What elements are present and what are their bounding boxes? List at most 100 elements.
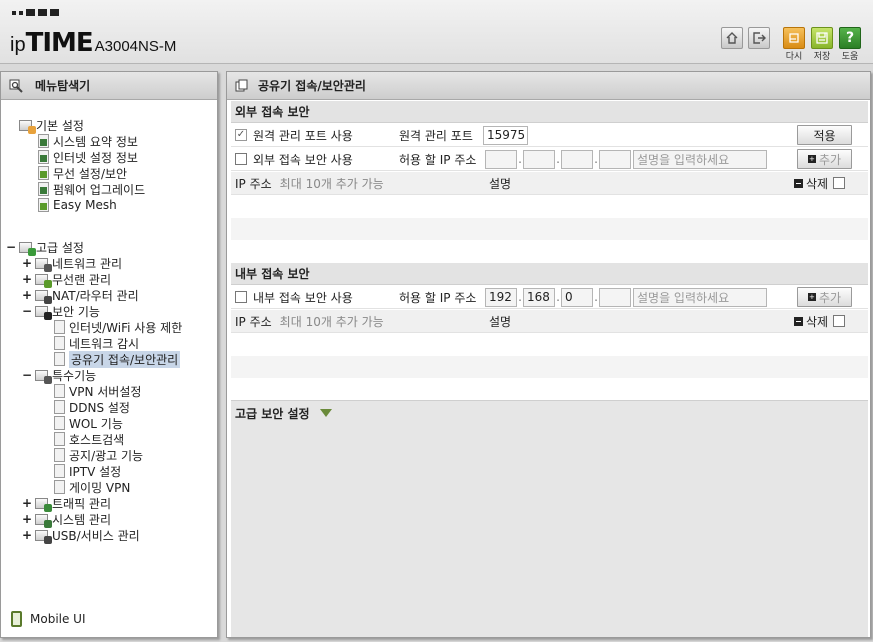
tree-item-gaming-vpn[interactable]: 게이밍 VPN <box>54 479 130 495</box>
usb-icon <box>35 529 52 544</box>
ip-column-header: IP 주소 <box>235 314 272 329</box>
external-security-title: 외부 접속 보안 <box>231 101 868 123</box>
external-security-check-label: 외부 접속 보안 사용 <box>253 152 353 167</box>
tree-label: 기본 설정 <box>36 118 84 133</box>
tree-item-wireless[interactable]: 무선 설정/보안 <box>38 165 127 181</box>
expand-toggle[interactable]: + <box>22 256 32 270</box>
expand-toggle[interactable]: + <box>22 496 32 510</box>
ext-add-button[interactable]: + 추가 <box>797 149 852 169</box>
ext-description-input[interactable]: 설명을 입력하세요 <box>633 149 767 169</box>
int-ip-octet-1[interactable]: 192 <box>485 287 517 307</box>
tree-traffic[interactable]: 트래픽 관리 <box>35 495 111 512</box>
remote-port-input[interactable]: 15975 <box>483 125 528 145</box>
int-delete-all-checkbox[interactable] <box>833 315 846 327</box>
tree-wireless-mgmt[interactable]: 무선랜 관리 <box>35 271 111 288</box>
tree-advanced-settings[interactable]: 고급 설정 <box>19 239 84 256</box>
tree-item-internet-limit[interactable]: 인터넷/WiFi 사용 제한 <box>54 319 182 335</box>
help-label: 도움 <box>841 52 859 62</box>
int-delete-control[interactable]: 삭제 <box>794 313 851 330</box>
tree-label: 네트워크 관리 <box>52 256 123 271</box>
tree-item-ddns[interactable]: DDNS 설정 <box>54 399 130 415</box>
tree-label: Easy Mesh <box>53 198 117 212</box>
brand-time: TIME <box>25 28 94 58</box>
page-icon <box>54 384 65 398</box>
help-button[interactable]: ? <box>839 27 861 49</box>
collapse-toggle[interactable]: − <box>6 240 16 254</box>
ext-delete-control[interactable]: 삭제 <box>794 175 851 192</box>
tree-label: 시스템 요약 정보 <box>53 134 138 149</box>
int-ip-octet-3[interactable]: 0 <box>561 287 593 307</box>
restart-button[interactable] <box>783 27 805 49</box>
folder-icon <box>19 241 36 256</box>
tree-label: USB/서비스 관리 <box>52 528 140 543</box>
home-icon <box>726 32 738 44</box>
ext-ip-octet-4[interactable] <box>599 149 631 169</box>
network-icon <box>35 257 52 272</box>
tree-item-firmware[interactable]: 펌웨어 업그레이드 <box>38 181 145 197</box>
help-icon: ? <box>845 30 855 46</box>
tree-item-wol[interactable]: WOL 기능 <box>54 415 123 431</box>
tree-item-notice-ad[interactable]: 공지/광고 기능 <box>54 447 143 463</box>
ext-ip-octet-1[interactable] <box>485 149 517 169</box>
tree-system[interactable]: 시스템 관리 <box>35 511 111 528</box>
chart-icon <box>38 134 49 148</box>
tree-item-easy-mesh[interactable]: Easy Mesh <box>38 197 117 213</box>
brand-ip: ip <box>10 34 26 56</box>
tree-item-iptv[interactable]: IPTV 설정 <box>54 463 121 479</box>
int-ip-octet-4[interactable] <box>599 287 631 307</box>
tree-item-internet-info[interactable]: 인터넷 설정 정보 <box>38 149 138 165</box>
pages-icon <box>235 79 248 92</box>
advanced-security-header[interactable]: 고급 보안 설정 <box>231 401 868 425</box>
apply-button[interactable]: 적용 <box>797 125 852 145</box>
tree-item-host-search[interactable]: 호스트검색 <box>54 431 124 447</box>
remote-port-check-label: 원격 관리 포트 사용 <box>253 128 353 143</box>
tree-label: 고급 설정 <box>36 240 84 255</box>
home-button[interactable] <box>721 27 743 49</box>
external-security-checkbox[interactable] <box>235 153 247 165</box>
tree-label: 게이밍 VPN <box>69 480 131 495</box>
remote-port-checkbox[interactable]: ✓ <box>235 129 247 141</box>
ext-ip-octet-3[interactable] <box>561 149 593 169</box>
plus-icon: + <box>807 155 816 163</box>
wifi-icon <box>38 166 49 180</box>
int-add-button[interactable]: + 추가 <box>797 287 852 307</box>
delete-label: 삭제 <box>806 314 829 329</box>
page-icon <box>54 448 65 462</box>
int-description-input[interactable]: 설명을 입력하세요 <box>633 287 767 307</box>
tree-usb[interactable]: USB/서비스 관리 <box>35 527 140 544</box>
tree-item-system-summary[interactable]: 시스템 요약 정보 <box>38 133 138 149</box>
expand-toggle[interactable]: + <box>22 528 32 542</box>
tree-security[interactable]: 보안 기능 <box>35 303 100 320</box>
int-ip-octet-2[interactable]: 168 <box>523 287 555 307</box>
collapse-toggle[interactable]: − <box>22 304 32 318</box>
tree-special[interactable]: 특수기능 <box>35 367 97 384</box>
logo-dots <box>12 9 59 16</box>
tree-network-mgmt[interactable]: 네트워크 관리 <box>35 255 123 272</box>
tree-item-vpn-server[interactable]: VPN 서버설정 <box>54 383 141 399</box>
desc-column-header: 설명 <box>489 176 512 191</box>
logout-button[interactable] <box>748 27 770 49</box>
ext-delete-all-checkbox[interactable] <box>833 177 846 189</box>
tree-basic-settings[interactable]: 기본 설정 <box>19 117 84 134</box>
folder-icon <box>19 119 36 134</box>
ext-ip-octet-2[interactable] <box>523 149 555 169</box>
internal-security-checkbox[interactable] <box>235 291 247 303</box>
tree-item-network-monitor[interactable]: 네트워크 감시 <box>54 335 139 351</box>
tree-label: 특수기능 <box>52 368 97 383</box>
expand-toggle[interactable]: + <box>22 512 32 526</box>
tree-label: DDNS 설정 <box>69 400 130 415</box>
external-list-header: IP 주소 최대 10개 추가 가능 설명 삭제 <box>231 172 868 195</box>
restart-icon <box>789 33 799 43</box>
page-icon <box>54 480 65 494</box>
collapse-toggle[interactable]: − <box>22 368 32 382</box>
expand-toggle[interactable]: + <box>22 272 32 286</box>
tree-nat-router[interactable]: NAT/라우터 관리 <box>35 287 139 304</box>
tree-label: 인터넷/WiFi 사용 제한 <box>69 320 183 335</box>
expand-toggle[interactable]: + <box>22 288 32 302</box>
traffic-icon <box>35 497 52 512</box>
tree-item-access-security[interactable]: 공유기 접속/보안관리 <box>54 350 181 368</box>
save-button[interactable] <box>811 27 833 49</box>
tree-label: 보안 기능 <box>52 304 100 319</box>
mobile-ui-link[interactable]: Mobile UI <box>11 611 86 627</box>
expand-triangle-icon[interactable] <box>319 409 332 417</box>
